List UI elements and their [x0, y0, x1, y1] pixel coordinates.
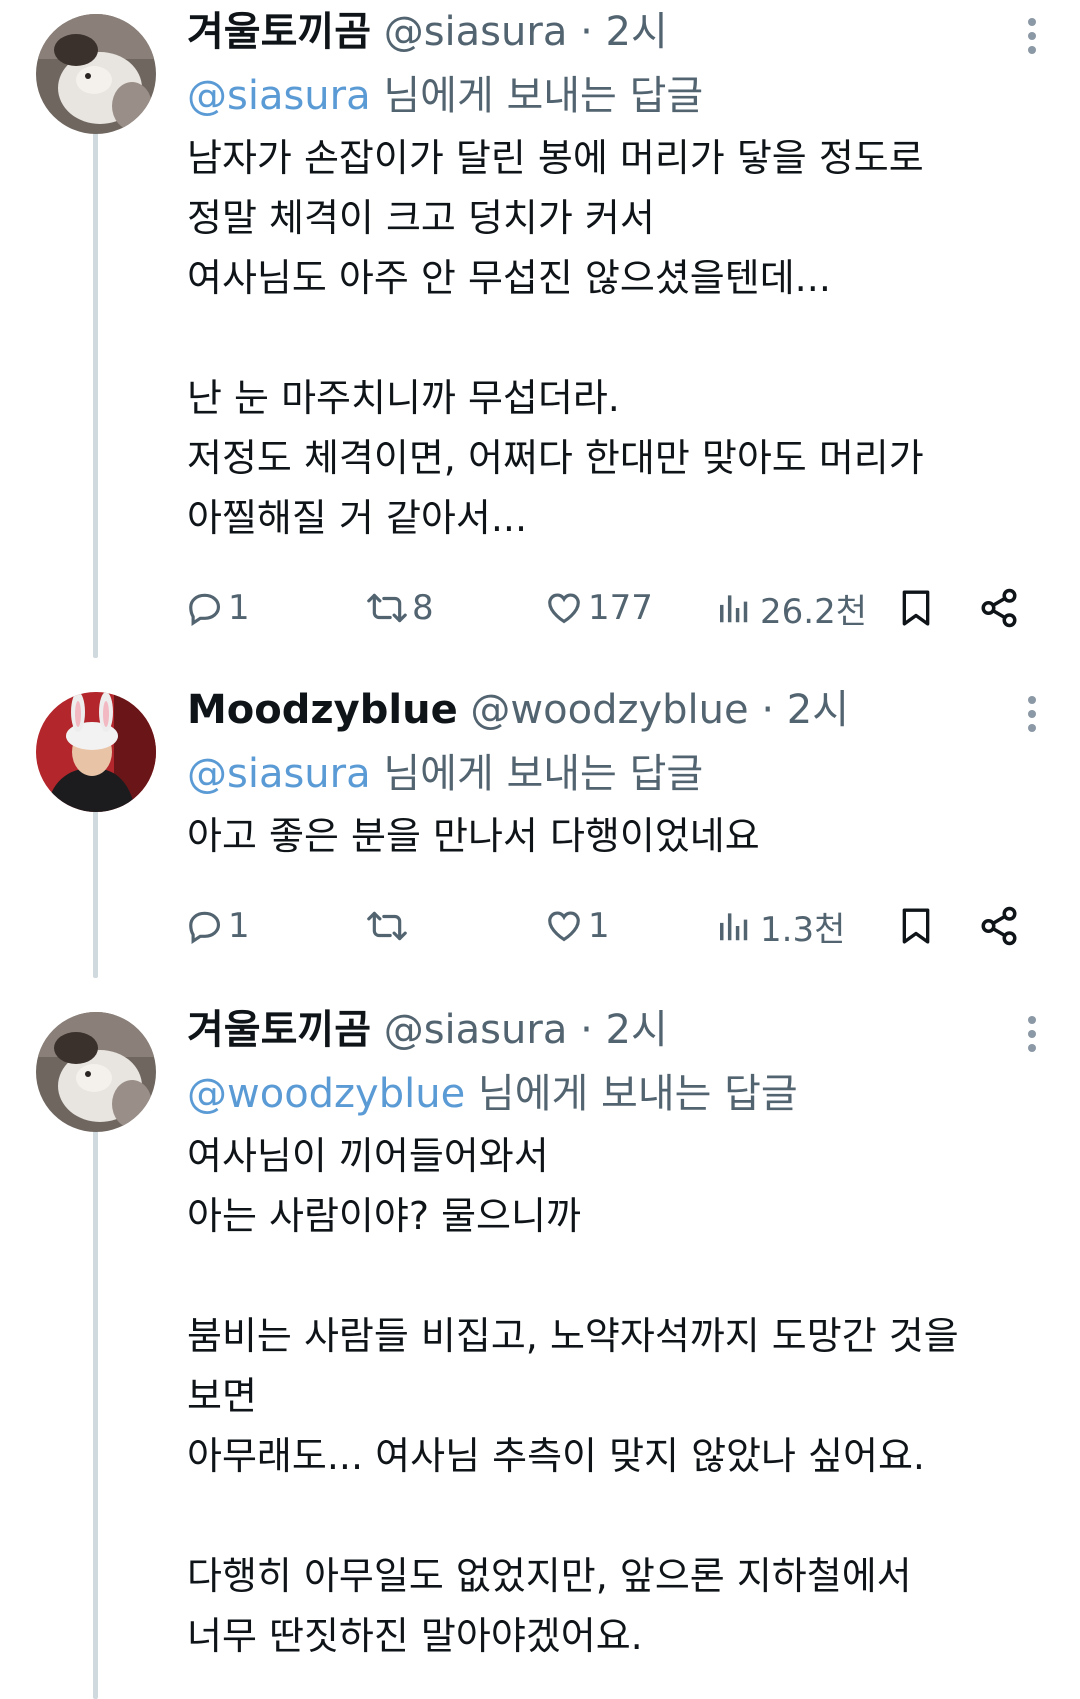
- reply-icon: [189, 911, 221, 945]
- avatar[interactable]: [36, 1012, 156, 1132]
- bookmark-button[interactable]: [896, 891, 936, 961]
- username[interactable]: @siasura: [384, 9, 568, 55]
- text-line: 여사님도 아주 안 무섭진 않으셨을텐데...: [187, 256, 831, 300]
- reply-count: 1: [228, 906, 250, 946]
- reply-button[interactable]: 1: [186, 573, 250, 643]
- share-button[interactable]: [978, 891, 1020, 961]
- replying-to: @woodzyblue 님에게 보내는 답글: [187, 1062, 1052, 1126]
- tweet-text: 남자가 손잡이가 달린 봉에 머리가 닿을 정도로 정말 체격이 크고 덩치가 …: [187, 128, 1052, 548]
- text-line: 아찔해질 거 같아서...: [187, 496, 528, 540]
- text-line: 붐비는 사람들 비집고, 노약자석까지 도망간 것을: [187, 1314, 959, 1358]
- username[interactable]: @woodzyblue: [470, 687, 748, 733]
- views-button[interactable]: 26.2천: [716, 573, 867, 643]
- action-bar: 1 8 177 26.2천: [0, 573, 1080, 643]
- retweet-icon: [367, 593, 407, 623]
- mention-link[interactable]: @siasura: [187, 751, 371, 797]
- timestamp[interactable]: 2시: [606, 9, 668, 55]
- display-name[interactable]: 겨울토끼곰: [187, 9, 371, 55]
- view-count: 26.2천: [760, 591, 867, 632]
- display-name[interactable]: Moodzyblue: [187, 687, 458, 733]
- retweet-button[interactable]: [366, 891, 412, 961]
- more-options-icon[interactable]: [1026, 1014, 1038, 1054]
- reply-count: 1: [228, 588, 250, 628]
- views-button[interactable]: 1.3천: [716, 891, 845, 961]
- like-button[interactable]: 177: [544, 573, 653, 643]
- rabbit-photo-avatar-icon: [36, 14, 156, 134]
- bookmark-icon: [902, 908, 930, 944]
- thread-line: [93, 1128, 98, 1699]
- replying-to-label: 님에게 보내는 답글: [370, 73, 704, 119]
- view-count: 1.3천: [760, 909, 846, 950]
- text-line: 아무래도... 여사님 추측이 맞지 않았나 싶어요.: [187, 1434, 925, 1478]
- retweet-count: 8: [412, 588, 434, 628]
- more-options-icon[interactable]: [1026, 16, 1038, 56]
- like-count: 177: [588, 588, 653, 628]
- heart-icon: [548, 911, 580, 942]
- text-line: 너무 딴짓하진 말아야겠어요.: [187, 1614, 643, 1658]
- text-line: 아는 사람이야? 물으니까: [187, 1194, 581, 1238]
- text-line: 여사님이 끼어들어와서: [187, 1134, 549, 1178]
- more-options-icon[interactable]: [1026, 694, 1038, 734]
- replying-to-label: 님에게 보내는 답글: [465, 1071, 798, 1117]
- separator-dot: ·: [580, 1007, 593, 1053]
- rabbit-photo-avatar-icon: [36, 1012, 156, 1132]
- timestamp[interactable]: 2시: [606, 1007, 668, 1053]
- bookmark-icon: [902, 590, 930, 626]
- avatar[interactable]: [36, 692, 156, 812]
- share-button[interactable]: [978, 573, 1020, 643]
- text-line: 정말 체격이 크고 덩치가 커서: [187, 196, 655, 240]
- tweet-text: 아고 좋은 분을 만나서 다행이었네요: [187, 806, 1052, 866]
- tweet-header: 겨울토끼곰 @siasura · 2시: [187, 0, 1052, 64]
- text-line: 아고 좋은 분을 만나서 다행이었네요: [187, 814, 760, 858]
- text-line: 남자가 손잡이가 달린 봉에 머리가 닿을 정도로: [187, 136, 924, 180]
- text-line: 저정도 체격이면, 어쩌다 한대만 맞아도 머리가: [187, 436, 924, 480]
- timestamp[interactable]: 2시: [787, 687, 849, 733]
- mention-link[interactable]: @siasura: [187, 73, 371, 119]
- text-line: 다행히 아무일도 없었지만, 앞으론 지하철에서: [187, 1554, 912, 1598]
- text-line: 난 눈 마주치니까 무섭더라.: [187, 376, 620, 420]
- share-icon: [981, 588, 1017, 628]
- bookmark-button[interactable]: [896, 573, 936, 643]
- replying-to: @siasura 님에게 보내는 답글: [187, 64, 1052, 128]
- heart-icon: [548, 593, 580, 624]
- text-line: 보면: [187, 1374, 257, 1418]
- separator-dot: ·: [580, 9, 593, 55]
- retweet-button[interactable]: 8: [366, 573, 434, 643]
- like-button[interactable]: 1: [544, 891, 610, 961]
- mention-link[interactable]: @woodzyblue: [187, 1071, 465, 1117]
- bunny-ears-person-avatar-icon: [36, 692, 156, 812]
- tweet-header: Moodzyblue @woodzyblue · 2시: [187, 678, 1052, 742]
- views-chart-icon: [720, 913, 748, 941]
- like-count: 1: [588, 906, 610, 946]
- reply-icon: [189, 593, 221, 627]
- avatar[interactable]: [36, 14, 156, 134]
- username[interactable]: @siasura: [384, 1007, 568, 1053]
- separator-dot: ·: [761, 687, 775, 733]
- replying-to: @siasura 님에게 보내는 답글: [187, 742, 1052, 806]
- display-name[interactable]: 겨울토끼곰: [187, 1007, 371, 1053]
- reply-button[interactable]: 1: [186, 891, 250, 961]
- replying-to-label: 님에게 보내는 답글: [370, 751, 704, 797]
- tweet-text: 여사님이 끼어들어와서 아는 사람이야? 물으니까 붐비는 사람들 비집고, 노…: [187, 1126, 1052, 1666]
- share-icon: [981, 906, 1017, 946]
- tweet-header: 겨울토끼곰 @siasura · 2시: [187, 998, 1052, 1062]
- action-bar: 1 1 1.3천: [0, 891, 1080, 961]
- views-chart-icon: [720, 595, 748, 623]
- retweet-icon: [367, 911, 407, 941]
